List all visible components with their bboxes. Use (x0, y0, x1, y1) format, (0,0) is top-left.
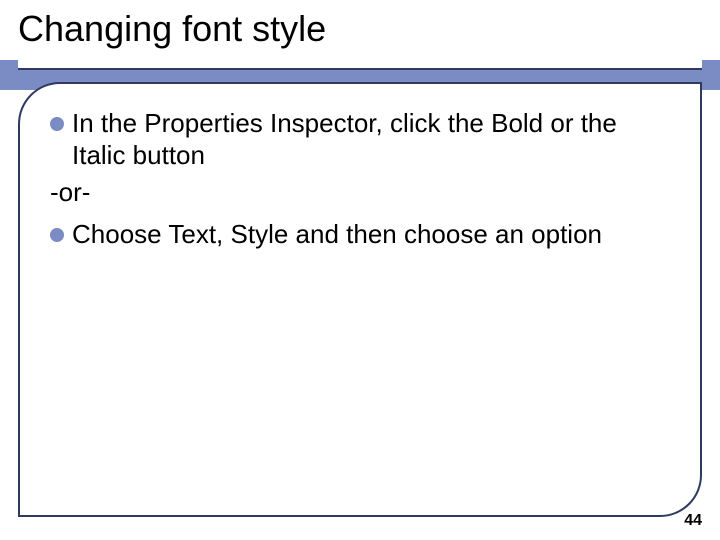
separator-text: -or- (50, 177, 670, 209)
content-card: In the Properties Inspector, click the B… (18, 82, 702, 517)
title-rule-dark (18, 68, 702, 70)
page-number: 44 (684, 512, 702, 530)
title-rule-white (18, 60, 702, 68)
bullet-item: Choose Text, Style and then choose an op… (50, 219, 670, 251)
bullet-text: Choose Text, Style and then choose an op… (72, 219, 670, 251)
bullet-text: In the Properties Inspector, click the B… (72, 108, 670, 171)
bullet-item: In the Properties Inspector, click the B… (50, 108, 670, 171)
bullet-icon (50, 228, 64, 242)
bullet-icon (50, 117, 64, 131)
slide: Changing font style In the Properties In… (0, 0, 720, 540)
slide-title: Changing font style (18, 8, 720, 50)
